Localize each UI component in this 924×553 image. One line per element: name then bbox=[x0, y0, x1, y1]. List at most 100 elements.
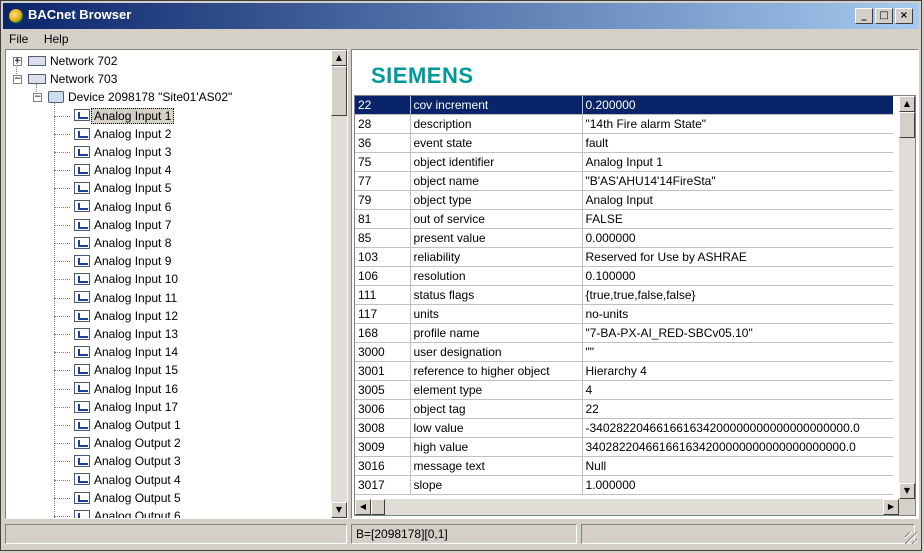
property-row[interactable]: 3008 low value -34028220466166163420000000… bbox=[355, 418, 893, 438]
tree-node[interactable]: Analog Output 3 bbox=[74, 452, 181, 470]
property-name-cell: low value bbox=[410, 418, 583, 438]
property-row[interactable]: 111 status flags {true,true,false,false} bbox=[355, 285, 893, 305]
menu-file[interactable]: File bbox=[3, 30, 34, 46]
property-row[interactable]: 79 object type Analog Input bbox=[355, 190, 893, 210]
tree-node-label: Analog Input 3 bbox=[94, 145, 172, 159]
tree-node[interactable]: Analog Input 3 bbox=[74, 143, 171, 161]
tree-scroll-down-button[interactable]: ▼ bbox=[331, 502, 347, 518]
property-name-cell: object name bbox=[410, 171, 583, 191]
tree-node-label: Analog Output 6 bbox=[94, 509, 181, 518]
tree-node[interactable]: Analog Input 11 bbox=[74, 289, 177, 307]
property-row[interactable]: 106 resolution 0.100000 bbox=[355, 266, 893, 286]
tree-node-label: Analog Input 4 bbox=[94, 163, 172, 178]
property-value-cell: fault bbox=[582, 133, 893, 153]
property-row[interactable]: 75 object identifier Analog Input 1 bbox=[355, 152, 893, 172]
property-row[interactable]: 77 object name "B'AS'AHU14'14FireSta" bbox=[355, 171, 893, 191]
property-id-cell: 75 bbox=[355, 152, 411, 172]
property-row[interactable]: 3000 user designation "" bbox=[355, 342, 893, 362]
property-id-cell: 3008 bbox=[355, 418, 411, 438]
analog-object-icon bbox=[74, 218, 90, 231]
property-row[interactable]: 117 units no-units bbox=[355, 304, 893, 324]
tree-node[interactable]: Analog Input 12 bbox=[74, 307, 178, 325]
property-row[interactable]: 85 present value 0.000000 bbox=[355, 228, 893, 248]
grid-horizontal-scrollbar[interactable]: ◀ ▶ bbox=[355, 499, 899, 515]
app-icon bbox=[9, 9, 23, 23]
tree-node[interactable]: Analog Input 9 bbox=[74, 252, 171, 270]
property-name-cell: present value bbox=[410, 228, 583, 248]
property-row[interactable]: 3009 high value 34028220466166163420000000… bbox=[355, 437, 893, 457]
tree-node[interactable]: Analog Input 5 bbox=[74, 179, 171, 197]
property-name-cell: element type bbox=[410, 380, 583, 400]
property-row[interactable]: 28 description "14th Fire alarm State" bbox=[355, 114, 893, 134]
menu-help[interactable]: Help bbox=[38, 30, 75, 46]
tree-node[interactable]: Analog Output 2 bbox=[74, 434, 181, 452]
property-row[interactable]: 81 out of service FALSE bbox=[355, 209, 893, 229]
property-row[interactable]: 3016 message text Null bbox=[355, 456, 893, 476]
status-bar: B=[2098178][0,1] bbox=[3, 523, 919, 547]
tree-node-label: Analog Input 1 bbox=[91, 107, 175, 124]
property-name-cell: resolution bbox=[410, 266, 583, 286]
tree-node[interactable]: Analog Input 17 bbox=[74, 398, 178, 416]
tree-node[interactable]: Analog Output 5 bbox=[74, 489, 181, 507]
property-id-cell: 111 bbox=[355, 285, 411, 305]
property-row[interactable]: 3001 reference to higher object Hierarchy … bbox=[355, 361, 893, 381]
property-row[interactable]: 3017 slope 1.000000 bbox=[355, 475, 893, 495]
property-row[interactable]: 168 profile name "7-BA-PX-AI_RED-SBCv05.10… bbox=[355, 323, 893, 343]
grid-vertical-scrollbar[interactable]: ▲ ▼ bbox=[899, 96, 915, 499]
property-id-cell: 79 bbox=[355, 190, 411, 210]
property-name-cell: user designation bbox=[410, 342, 583, 362]
tree-expander[interactable]: + bbox=[13, 57, 22, 66]
grid-scroll-thumb[interactable] bbox=[899, 112, 915, 138]
property-row[interactable]: 103 reliability Reserved for Use by ASHRAE bbox=[355, 247, 893, 267]
tree-scroll-up-button[interactable]: ▲ bbox=[331, 50, 347, 66]
property-row[interactable]: 36 event state fault bbox=[355, 133, 893, 153]
tree-vertical-scrollbar[interactable]: ▲ ▼ bbox=[331, 50, 347, 518]
tree-expander[interactable]: − bbox=[33, 93, 42, 103]
grid-scroll-up-button[interactable]: ▲ bbox=[899, 96, 915, 112]
analog-object-icon bbox=[74, 491, 90, 504]
tree-node[interactable]: Analog Input 15 bbox=[74, 361, 178, 379]
tree-node[interactable]: Analog Input 8 bbox=[74, 234, 171, 252]
property-row[interactable]: 3005 element type 4 bbox=[355, 380, 893, 400]
tree-node[interactable]: Analog Output 6 bbox=[74, 507, 181, 518]
tree-node[interactable]: Analog Input 6 bbox=[74, 198, 171, 216]
tree-node[interactable]: Analog Input 10 bbox=[74, 270, 178, 288]
property-row[interactable]: 3006 object tag 22 bbox=[355, 399, 893, 419]
analog-object-icon bbox=[74, 437, 90, 450]
analog-object-icon bbox=[74, 364, 90, 377]
close-button[interactable]: × bbox=[895, 8, 913, 24]
tree-node-label: Analog Input 9 bbox=[94, 254, 172, 269]
network-icon bbox=[28, 74, 46, 85]
property-id-cell: 85 bbox=[355, 228, 411, 248]
tree-node[interactable]: Analog Output 4 bbox=[74, 471, 181, 489]
tree-node[interactable]: Device 2098178 "Site01'AS02" bbox=[48, 88, 232, 106]
grid-hscroll-thumb[interactable] bbox=[371, 499, 385, 515]
siemens-logo: SIEMENS bbox=[371, 63, 474, 88]
analog-object-icon bbox=[74, 400, 90, 413]
grid-scroll-left-button[interactable]: ◀ bbox=[355, 499, 371, 515]
property-value-cell: FALSE bbox=[582, 209, 893, 229]
menu-bar: File Help bbox=[3, 30, 919, 48]
object-tree: + Network 702− Network 703− Device 2098178 … bbox=[6, 50, 330, 518]
tree-node[interactable]: Analog Input 2 bbox=[74, 125, 171, 143]
tree-node[interactable]: Analog Input 7 bbox=[74, 216, 171, 234]
tree-node[interactable]: Analog Input 4 bbox=[74, 161, 171, 179]
tree-node[interactable]: Analog Output 1 bbox=[74, 416, 181, 434]
resize-grip[interactable] bbox=[905, 532, 917, 544]
tree-node[interactable]: Network 702 bbox=[28, 52, 117, 70]
tree-node[interactable]: Analog Input 14 bbox=[74, 343, 178, 361]
tree-node[interactable]: Analog Input 16 bbox=[74, 380, 178, 398]
tree-node[interactable]: Network 703 bbox=[28, 70, 117, 88]
grid-scroll-down-button[interactable]: ▼ bbox=[899, 483, 915, 499]
tree-scroll-thumb[interactable] bbox=[331, 66, 347, 116]
minimize-button[interactable]: _ bbox=[855, 8, 873, 24]
property-pane: SIEMENS 22 cov increment 0.200000 28 descrip… bbox=[351, 49, 919, 519]
maximize-button[interactable]: □ bbox=[875, 8, 893, 24]
grid-scroll-right-button[interactable]: ▶ bbox=[883, 499, 899, 515]
tree-node[interactable]: Analog Input 1 bbox=[74, 107, 175, 125]
property-row[interactable]: 22 cov increment 0.200000 bbox=[355, 96, 893, 115]
tree-node[interactable]: Analog Input 13 bbox=[74, 325, 178, 343]
property-id-cell: 22 bbox=[355, 96, 411, 115]
tree-expander[interactable]: − bbox=[13, 75, 22, 85]
title-bar[interactable]: BACnet Browser _ □ × bbox=[3, 3, 919, 29]
